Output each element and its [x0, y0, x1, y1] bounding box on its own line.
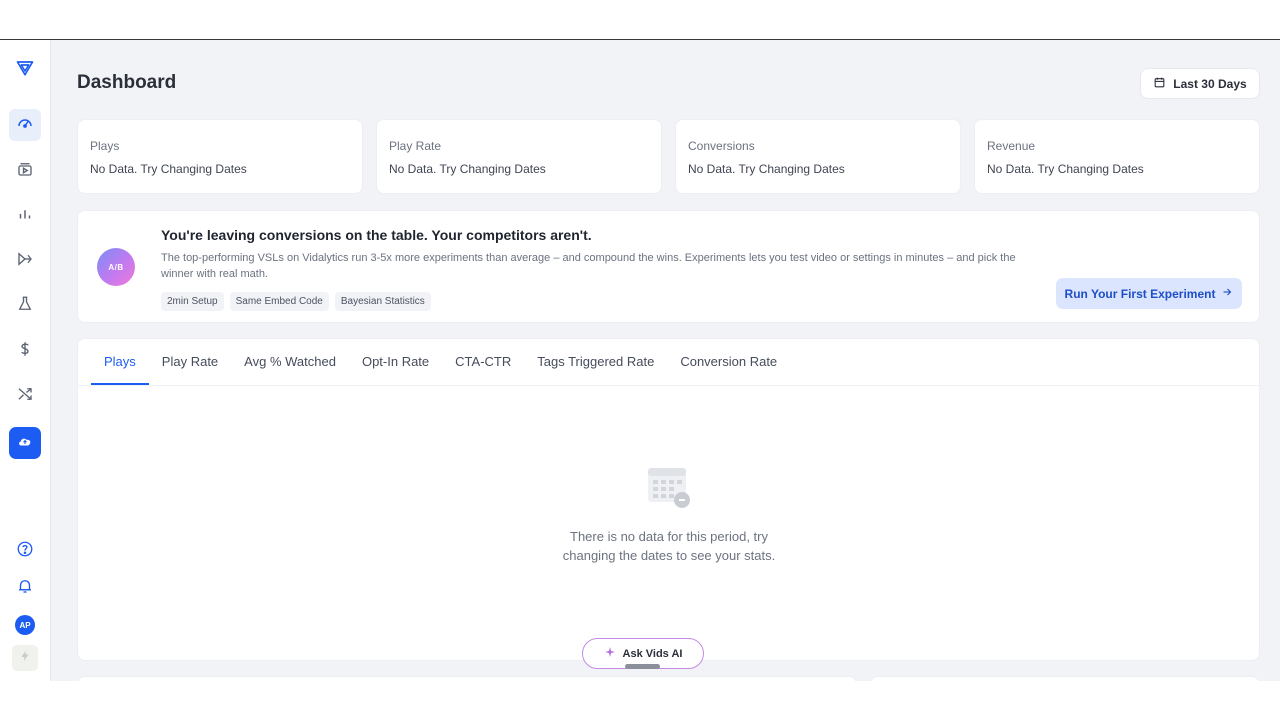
promo-headline: You're leaving conversions on the table.… — [161, 227, 592, 243]
sidebar: AP — [0, 40, 51, 681]
empty-state-message: There is no data for this period, try ch… — [519, 527, 819, 565]
stat-label: Revenue — [987, 139, 1036, 153]
metrics-chart-card: Plays Play Rate Avg % Watched Opt-In Rat… — [77, 338, 1261, 661]
run-first-experiment-button[interactable]: Run Your First Experiment — [1056, 278, 1242, 309]
stat-label: Plays — [90, 139, 120, 153]
sparkle-icon — [604, 646, 616, 661]
stat-value: No Data. Try Changing Dates — [90, 162, 247, 176]
analytics-icon — [16, 205, 34, 228]
tab-tags-triggered-rate[interactable]: Tags Triggered Rate — [524, 339, 667, 385]
date-range-label: Last 30 Days — [1173, 76, 1247, 91]
ask-vids-ai-label: Ask Vids AI — [622, 647, 683, 660]
date-range-button[interactable]: Last 30 Days — [1140, 68, 1260, 99]
tab-avg-watched[interactable]: Avg % Watched — [231, 339, 349, 385]
sidebar-item-revenue[interactable] — [9, 335, 41, 367]
bolt-button[interactable] — [12, 645, 38, 671]
stat-value: No Data. Try Changing Dates — [389, 162, 546, 176]
ab-test-icon: A/B — [97, 248, 135, 286]
stat-card-conversions: Conversions No Data. Try Changing Dates — [675, 119, 961, 194]
bolt-icon — [19, 649, 31, 667]
tab-conversion-rate[interactable]: Conversion Rate — [667, 339, 790, 385]
tab-cta-ctr[interactable]: CTA-CTR — [442, 339, 524, 385]
page-title: Dashboard — [77, 72, 177, 93]
promo-tag: Same Embed Code — [229, 292, 329, 311]
funnel-icon — [16, 250, 34, 273]
help-icon — [16, 540, 34, 563]
dashboard-icon — [16, 114, 34, 137]
stat-value: No Data. Try Changing Dates — [688, 162, 845, 176]
promo-tag: Bayesian Statistics — [334, 292, 431, 311]
bottom-card — [77, 676, 857, 681]
videos-icon — [16, 160, 34, 183]
empty-calendar-icon — [646, 464, 694, 512]
bottom-card — [870, 676, 1260, 681]
sidebar-item-integrations[interactable] — [9, 380, 41, 412]
empty-state-line: There is no data for this period, try — [570, 529, 768, 544]
tab-play-rate[interactable]: Play Rate — [149, 339, 231, 385]
sidebar-item-experiments[interactable] — [9, 290, 41, 322]
promo-tag: 2min Setup — [161, 292, 224, 311]
calendar-icon — [1153, 76, 1166, 92]
sidebar-item-videos[interactable] — [9, 155, 41, 187]
experiments-promo-banner: A/B You're leaving conversions on the ta… — [77, 210, 1260, 323]
upload-icon — [16, 432, 34, 455]
bell-icon — [16, 577, 34, 600]
promo-body: The top-performing VSLs on Vidalytics ru… — [161, 252, 1016, 280]
sidebar-item-funnels[interactable] — [9, 245, 41, 277]
revenue-icon — [16, 340, 34, 363]
upload-button[interactable] — [9, 427, 41, 459]
integrations-icon — [16, 385, 34, 408]
stat-card-revenue: Revenue No Data. Try Changing Dates — [974, 119, 1260, 194]
experiments-icon — [16, 295, 34, 318]
tabs-divider — [78, 385, 1261, 386]
metric-tabs: Plays Play Rate Avg % Watched Opt-In Rat… — [91, 339, 790, 385]
sidebar-item-help[interactable] — [9, 535, 41, 567]
stat-label: Conversions — [688, 139, 755, 153]
avatar[interactable]: AP — [15, 615, 35, 635]
empty-state-line: changing the dates to see your stats. — [562, 548, 776, 563]
logo-icon[interactable] — [9, 52, 41, 84]
app-frame: AP Dashboard Last 30 Days Plays No Data.… — [0, 39, 1280, 681]
arrow-right-icon — [1221, 286, 1233, 301]
stat-card-plays: Plays No Data. Try Changing Dates — [77, 119, 363, 194]
promo-tags: 2min Setup Same Embed Code Bayesian Stat… — [161, 292, 431, 311]
sidebar-item-analytics[interactable] — [9, 200, 41, 232]
drag-handle[interactable] — [625, 664, 660, 669]
sidebar-item-dashboard[interactable] — [9, 109, 41, 141]
sidebar-item-notifications[interactable] — [9, 572, 41, 604]
tab-opt-in-rate[interactable]: Opt-In Rate — [349, 339, 442, 385]
stat-value: No Data. Try Changing Dates — [987, 162, 1144, 176]
stat-label: Play Rate — [389, 139, 442, 153]
tab-plays[interactable]: Plays — [91, 339, 149, 385]
run-first-experiment-label: Run Your First Experiment — [1064, 286, 1216, 301]
stat-card-play-rate: Play Rate No Data. Try Changing Dates — [376, 119, 662, 194]
